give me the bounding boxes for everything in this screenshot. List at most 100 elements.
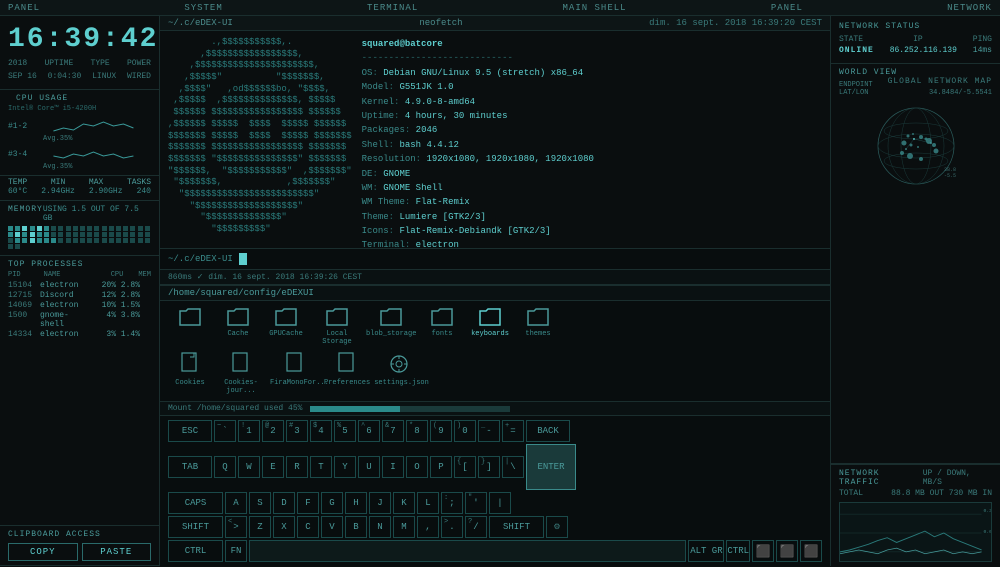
key-altgr[interactable]: ALT GR [688,540,724,562]
key-angle[interactable]: <> [225,516,247,538]
key-tilde[interactable]: ~` [214,420,236,442]
fs-item-themes[interactable]: themes [516,307,560,346]
processes-section: TOP PROCESSES PID NAME CPU MEM 15104 ele… [0,256,159,526]
key-j[interactable]: J [369,492,391,514]
key-shift-right[interactable]: SHIFT [489,516,544,538]
key-esc[interactable]: ESC [168,420,212,442]
key-y[interactable]: Y [334,456,356,478]
fs-item-preferences[interactable]: Preferences [324,352,370,395]
key-n[interactable]: N [369,516,391,538]
fs-item-cookies[interactable]: Cookies [168,352,212,395]
key-ctrl-left[interactable]: CTRL [168,540,223,562]
key-b[interactable]: B [345,516,367,538]
key-fn1-icon[interactable]: ⬛ [752,540,774,562]
key-t[interactable]: T [310,456,332,478]
proc-0-cpu: 20% [94,281,116,290]
terminal-tab[interactable]: ~/.c/eDEX-UI [168,18,233,28]
fs-item-gpucache[interactable]: GPUCache [264,307,308,346]
terminal-header: ~/.c/eDEX-UI neofetch dim. 16 sept. 2018… [160,16,830,31]
key-quote[interactable]: "' [465,492,487,514]
key-shift-left[interactable]: SHIFT [168,516,223,538]
key-minus[interactable]: _- [478,420,500,442]
fs-item-settingsjson[interactable]: settings.json [374,352,424,395]
folder-cache-icon [226,307,250,327]
key-q[interactable]: Q [214,456,236,478]
key-6[interactable]: ^6 [358,420,380,442]
fs-item-cache[interactable]: Cache [216,307,260,346]
terminal-body[interactable]: .,$$$$$$$$$$$,. ,$$$$$$$$$$$$$$$$$, ,$$$… [160,31,830,248]
key-k[interactable]: K [393,492,415,514]
key-f[interactable]: F [297,492,319,514]
fs-item-firamonofont[interactable]: FiraMonoFor... [270,352,320,395]
folder-icon [178,307,202,327]
globe-container: 38.8 -5.5 [839,101,992,191]
key-9[interactable]: (9 [430,420,452,442]
memory-section: MEMORY USING 1.5 OUT OF 7.5 GB [0,201,159,256]
key-equals[interactable]: += [502,420,524,442]
fs-item-cookiesjournal[interactable]: Cookies-jour... [216,352,266,395]
key-4[interactable]: $4 [310,420,332,442]
clipboard-label: CLIPBOARD ACCESS [8,530,151,539]
key-g[interactable]: G [321,492,343,514]
key-2[interactable]: @2 [262,420,284,442]
key-backslash[interactable]: | [489,492,511,514]
copy-button[interactable]: COPY [8,543,78,561]
key-c[interactable]: C [297,516,319,538]
key-space[interactable] [249,540,686,562]
key-e[interactable]: E [262,456,284,478]
key-a[interactable]: A [225,492,247,514]
key-slash[interactable]: ?/ [465,516,487,538]
key-r[interactable]: R [286,456,308,478]
key-fn[interactable]: FN [225,540,247,562]
proc-header-name: NAME [44,271,96,279]
fs-label-keyboards: keyboards [471,330,509,338]
main-shell-label: MAIN SHELL [563,3,627,13]
key-period[interactable]: >. [441,516,463,538]
key-fn2-icon[interactable]: ⬛ [776,540,798,562]
key-enter[interactable]: ENTER [526,444,576,490]
key-8[interactable]: *8 [406,420,428,442]
key-0[interactable]: )0 [454,420,476,442]
key-u[interactable]: U [358,456,380,478]
key-rbrace[interactable]: }] [478,456,500,478]
key-3[interactable]: #3 [286,420,308,442]
key-s[interactable]: S [249,492,271,514]
fs-item-blobstorage[interactable]: blob_storage [366,307,416,346]
key-semicolon[interactable]: :; [441,492,463,514]
fs-label-cookiesjournal: Cookies-jour... [216,379,266,395]
min-val: 2.94GHz [41,187,75,196]
paste-button[interactable]: PASTE [82,543,152,561]
key-backspace[interactable]: BACK [526,420,570,442]
key-caps[interactable]: CAPS [168,492,223,514]
temp-section: TEMP MIN MAX TASKS 60°C 2.94GHz 2.90GHz … [0,176,159,201]
key-5[interactable]: %5 [334,420,356,442]
fs-item-fonts[interactable]: fonts [420,307,464,346]
key-l[interactable]: L [417,492,439,514]
key-fn3-icon[interactable]: ⬛ [800,540,822,562]
fs-item-root[interactable] [168,307,212,346]
key-w[interactable]: W [238,456,260,478]
key-x[interactable]: X [273,516,295,538]
fs-item-keyboards[interactable]: keyboards [468,307,512,346]
key-settings-icon[interactable]: ⚙ [546,516,568,538]
proc-1-pid: 12715 [8,291,38,300]
key-i[interactable]: I [382,456,404,478]
terminal-prompt[interactable]: ~/.c/eDEX-UI [160,248,830,269]
key-1[interactable]: !1 [238,420,260,442]
key-7[interactable]: &7 [382,420,404,442]
network-status-label: NETWORK STATUS [839,22,992,31]
file-firamonofont-icon [285,352,305,376]
key-lbrace[interactable]: {[ [454,456,476,478]
key-comma[interactable]: , [417,516,439,538]
key-o[interactable]: O [406,456,428,478]
key-ctrl-right[interactable]: CTRL [726,540,750,562]
key-h[interactable]: H [345,492,367,514]
key-tab[interactable]: TAB [168,456,212,478]
key-d[interactable]: D [273,492,295,514]
key-v[interactable]: V [321,516,343,538]
key-z[interactable]: Z [249,516,271,538]
key-p[interactable]: P [430,456,452,478]
fs-item-localstorage[interactable]: Local Storage [312,307,362,346]
key-pipe[interactable]: |\ [502,456,524,478]
key-m[interactable]: M [393,516,415,538]
